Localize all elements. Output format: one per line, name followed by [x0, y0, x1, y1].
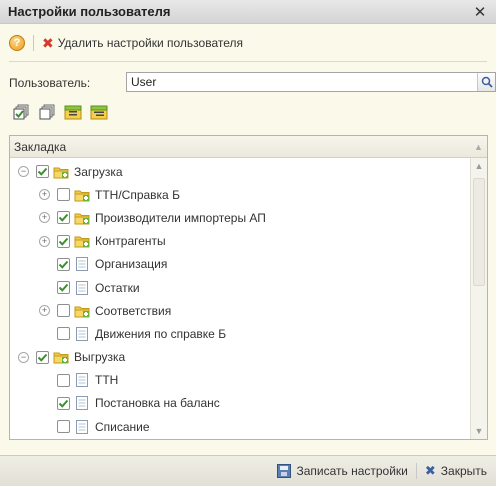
tree-item-checkbox[interactable]: [57, 188, 70, 202]
tree-item-label: Производители импортеры АП: [95, 210, 266, 225]
scroll-down-icon[interactable]: ▼: [471, 423, 487, 439]
check-all-icon[interactable]: [12, 103, 30, 121]
toolbar: ? ✖ Удалить настройки пользователя: [0, 25, 496, 61]
document-icon: [74, 373, 90, 388]
tree-item-label: Движения по справке Б: [95, 326, 227, 341]
folder-icon: [74, 188, 90, 202]
tree-item-label: Списание: [95, 419, 150, 434]
footer-separator: [415, 463, 417, 479]
tree-item-checkbox[interactable]: [57, 304, 70, 318]
tree-item-label: Контрагенты: [95, 234, 166, 249]
tree-row[interactable]: − Загрузка: [10, 160, 470, 183]
tree-item-checkbox[interactable]: [36, 350, 49, 364]
tree-item-checkbox[interactable]: [36, 165, 49, 179]
tree-item-label: Загрузка: [74, 164, 123, 179]
delete-user-settings-button[interactable]: ✖ Удалить настройки пользователя: [42, 35, 243, 52]
delete-user-settings-label: Удалить настройки пользователя: [57, 36, 244, 50]
tree-item-checkbox[interactable]: [57, 373, 70, 387]
save-icon: [277, 464, 292, 478]
close-x-icon: ✖: [424, 463, 436, 478]
document-icon: [74, 326, 90, 341]
tree-row[interactable]: Списание: [10, 415, 470, 438]
folder-icon: [74, 234, 90, 248]
expand-all-icon[interactable]: [64, 103, 82, 121]
folder-icon: [74, 211, 90, 225]
tree-row[interactable]: + Контрагенты: [10, 230, 470, 253]
tree-row[interactable]: Движения по справке Б: [10, 322, 470, 345]
close-button[interactable]: ✖ Закрыть: [425, 463, 487, 479]
window-title: Настройки пользователя: [8, 4, 171, 19]
collapse-icon[interactable]: −: [18, 166, 29, 178]
folder-icon: [53, 165, 69, 179]
document-icon: [74, 396, 90, 411]
tree-item-checkbox[interactable]: [57, 327, 70, 341]
header-corner: ▲: [474, 142, 483, 152]
folder-icon: [53, 350, 69, 364]
tree-row[interactable]: + Производители импортеры АП: [10, 206, 470, 229]
bookmarks-tree: Закладка ▲ ▲ ▼ − Загрузка + ТТН/Справка Б + П…: [9, 135, 488, 440]
scroll-up-icon[interactable]: ▲: [471, 158, 487, 174]
save-settings-button[interactable]: Записать настройки: [277, 464, 408, 478]
tree-rows: − Загрузка + ТТН/Справка Б + Производители им…: [10, 160, 470, 438]
user-field: [126, 72, 496, 92]
tree-row[interactable]: + Соответствия: [10, 299, 470, 322]
tree-row[interactable]: ТТН: [10, 369, 470, 392]
tree-row[interactable]: Остатки: [10, 276, 470, 299]
tree-item-checkbox[interactable]: [57, 234, 70, 248]
uncheck-all-icon[interactable]: [38, 103, 56, 121]
close-icon[interactable]: ✕: [472, 3, 488, 21]
search-icon[interactable]: [477, 73, 495, 91]
tree-header: Закладка: [10, 136, 487, 158]
tree-item-checkbox[interactable]: [57, 420, 70, 434]
tree-row[interactable]: Постановка на баланс: [10, 392, 470, 415]
tree-item-label: ТТН: [95, 373, 119, 388]
title-bar: Настройки пользователя ✕: [0, 0, 496, 24]
scroll-thumb[interactable]: [473, 178, 485, 286]
user-input[interactable]: [127, 73, 477, 91]
close-label: Закрыть: [440, 464, 487, 478]
tree-toolbar: [12, 103, 108, 123]
divider: [9, 61, 487, 62]
tree-row[interactable]: + ТТН/Справка Б: [10, 183, 470, 206]
tree-item-label: Постановка на баланс: [95, 396, 220, 411]
tree-item-label: Выгрузка: [74, 350, 126, 365]
expand-icon[interactable]: +: [39, 305, 50, 317]
document-icon: [74, 280, 90, 295]
collapse-all-icon[interactable]: [90, 103, 108, 121]
tree-item-checkbox[interactable]: [57, 211, 70, 225]
help-icon[interactable]: ?: [9, 35, 25, 51]
document-icon: [74, 257, 90, 272]
toolbar-separator: [33, 35, 34, 51]
tree-item-label: Остатки: [95, 280, 140, 295]
expand-icon[interactable]: +: [39, 235, 50, 247]
user-label: Пользователь:: [9, 76, 91, 90]
column-header-bookmark: Закладка: [14, 139, 67, 154]
tree-item-checkbox[interactable]: [57, 281, 70, 295]
tree-item-checkbox[interactable]: [57, 257, 70, 271]
document-icon: [74, 419, 90, 434]
tree-item-label: Организация: [95, 257, 168, 272]
tree-item-label: ТТН/Справка Б: [95, 187, 180, 202]
delete-icon: ✖: [42, 34, 54, 51]
folder-icon: [74, 304, 90, 318]
tree-item-label: Соответствия: [95, 303, 172, 318]
vertical-scrollbar[interactable]: ▲ ▼: [470, 158, 487, 439]
expand-icon[interactable]: +: [39, 212, 50, 224]
footer-bar: Записать настройки ✖ Закрыть: [0, 455, 496, 486]
tree-row[interactable]: − Выгрузка: [10, 346, 470, 369]
user-row: Пользователь:: [9, 72, 496, 94]
collapse-icon[interactable]: −: [18, 351, 29, 363]
save-settings-label: Записать настройки: [296, 464, 408, 478]
tree-item-checkbox[interactable]: [57, 396, 70, 410]
expand-icon[interactable]: +: [39, 189, 50, 201]
tree-row[interactable]: Организация: [10, 253, 470, 276]
